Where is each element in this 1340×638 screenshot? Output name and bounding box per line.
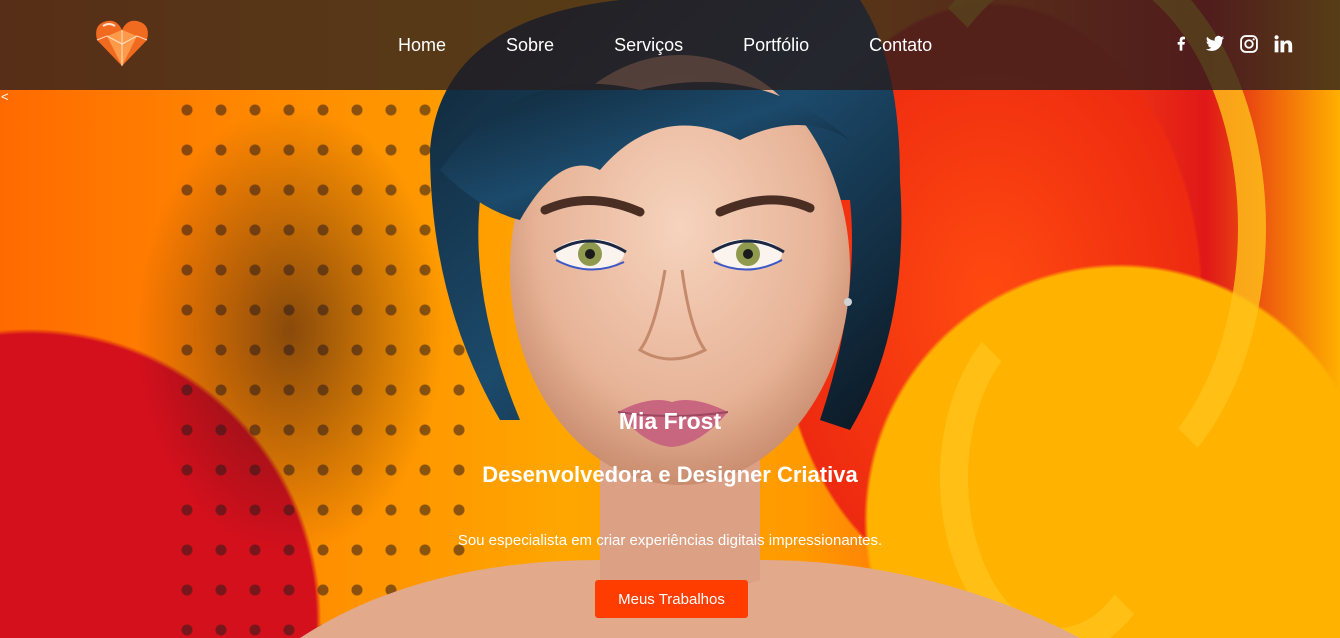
hero-name: Mia Frost <box>618 408 722 434</box>
nav-link-sobre[interactable]: Sobre <box>506 35 554 56</box>
nav-link-portfolio[interactable]: Portfólio <box>743 35 809 56</box>
nav-link-servicos[interactable]: Serviços <box>614 35 683 56</box>
instagram-icon[interactable] <box>1238 33 1260 55</box>
nav-link-home[interactable]: Home <box>398 35 446 56</box>
main-nav: Home Sobre Serviços Portfólio Contato <box>398 0 992 90</box>
twitter-icon[interactable] <box>1204 33 1226 55</box>
linkedin-icon[interactable] <box>1272 33 1294 55</box>
nav-link-contato[interactable]: Contato <box>869 35 932 56</box>
facebook-icon[interactable] <box>1170 33 1192 55</box>
social-links <box>1170 33 1294 55</box>
slider-prev-arrow[interactable]: < <box>1 89 9 104</box>
top-navbar: Home Sobre Serviços Portfólio Contato <box>0 0 1340 90</box>
hero-description: Sou especialista em criar experiências d… <box>457 532 883 549</box>
hero-role: Desenvolvedora e Designer Criativa <box>482 462 858 487</box>
my-work-button[interactable]: Meus Trabalhos <box>595 580 748 618</box>
hero-section: Home Sobre Serviços Portfólio Contato < … <box>0 0 1340 638</box>
heart-gem-icon[interactable] <box>93 16 151 68</box>
